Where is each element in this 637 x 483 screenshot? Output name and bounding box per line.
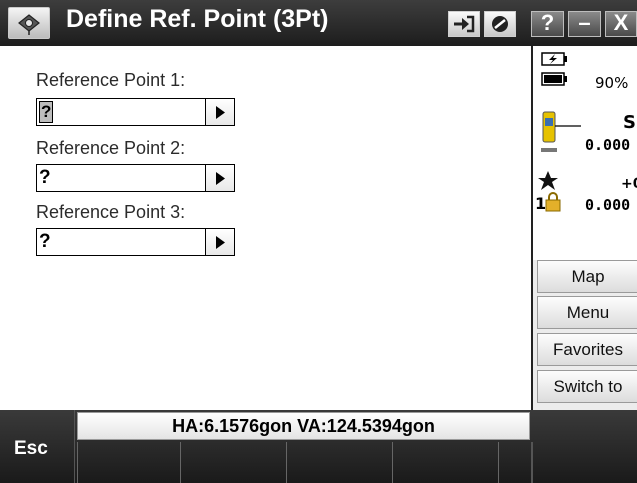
reference-point-3-input[interactable]: ? — [36, 228, 205, 256]
target-offset: +0 — [621, 176, 637, 192]
softkey-4[interactable] — [392, 442, 498, 483]
battery-percent: 90% — [595, 74, 629, 92]
reference-point-1-label: Reference Point 1: — [36, 70, 186, 90]
esc-button[interactable]: Esc — [0, 410, 75, 483]
softkey-1[interactable] — [77, 442, 180, 483]
triangle-right-icon — [216, 172, 225, 185]
form-panel: Reference Point 1: ? Reference Point 2: … — [0, 46, 531, 410]
target-value: 0.000 — [585, 196, 631, 214]
menu-button[interactable]: Menu — [537, 296, 637, 329]
total-station-icon — [541, 111, 581, 152]
login-arrow-button[interactable] — [448, 11, 480, 37]
charging-icon — [541, 52, 567, 66]
no-entry-icon — [492, 16, 508, 32]
triangle-right-icon — [216, 106, 225, 119]
reference-point-3-select-button[interactable] — [205, 228, 235, 256]
reference-point-1-value: ? — [39, 101, 54, 123]
lock-icon — [545, 192, 561, 212]
no-entry-button[interactable] — [484, 11, 516, 37]
softkey-3[interactable] — [286, 442, 392, 483]
battery-icon — [541, 72, 567, 86]
triangle-right-icon — [216, 236, 225, 249]
title-bar: Define Ref. Point (3Pt) ? – X — [0, 0, 637, 46]
reference-point-2-value: ? — [39, 167, 51, 188]
prism-target-icon — [538, 171, 558, 190]
reference-point-3-value: ? — [39, 231, 51, 252]
reference-point-1-input[interactable]: ? — [36, 98, 205, 126]
login-arrow-icon — [454, 15, 475, 33]
status-panel[interactable]: 90% S 0.000 1 +0 0.000 — [531, 46, 637, 260]
reference-point-2-select-button[interactable] — [205, 164, 235, 192]
instrument-mode: S — [623, 112, 636, 133]
survey-instrument-icon[interactable] — [8, 7, 50, 39]
side-menu: Map Menu Favorites Switch to — [531, 260, 637, 410]
angle-readout: HA:6.1576gon VA:124.5394gon — [77, 412, 530, 440]
reference-point-2-input[interactable]: ? — [36, 164, 205, 192]
help-button[interactable]: ? — [531, 10, 564, 37]
window-title: Define Ref. Point (3Pt) — [66, 5, 329, 33]
instrument-value: 0.000 — [585, 136, 631, 154]
reference-point-2-label: Reference Point 2: — [36, 138, 186, 158]
close-button[interactable]: X — [605, 10, 637, 37]
switch-to-button[interactable]: Switch to — [537, 370, 637, 403]
favorites-button[interactable]: Favorites — [537, 333, 637, 366]
reference-point-3-label: Reference Point 3: — [36, 202, 186, 222]
reference-point-1-select-button[interactable] — [205, 98, 235, 126]
minimize-button[interactable]: – — [568, 10, 601, 37]
map-button[interactable]: Map — [537, 260, 637, 293]
softkey-bar: Esc HA:6.1576gon VA:124.5394gon — [0, 410, 637, 483]
softkey-6[interactable] — [531, 442, 637, 483]
softkey-5[interactable] — [498, 442, 531, 483]
softkey-2[interactable] — [180, 442, 286, 483]
